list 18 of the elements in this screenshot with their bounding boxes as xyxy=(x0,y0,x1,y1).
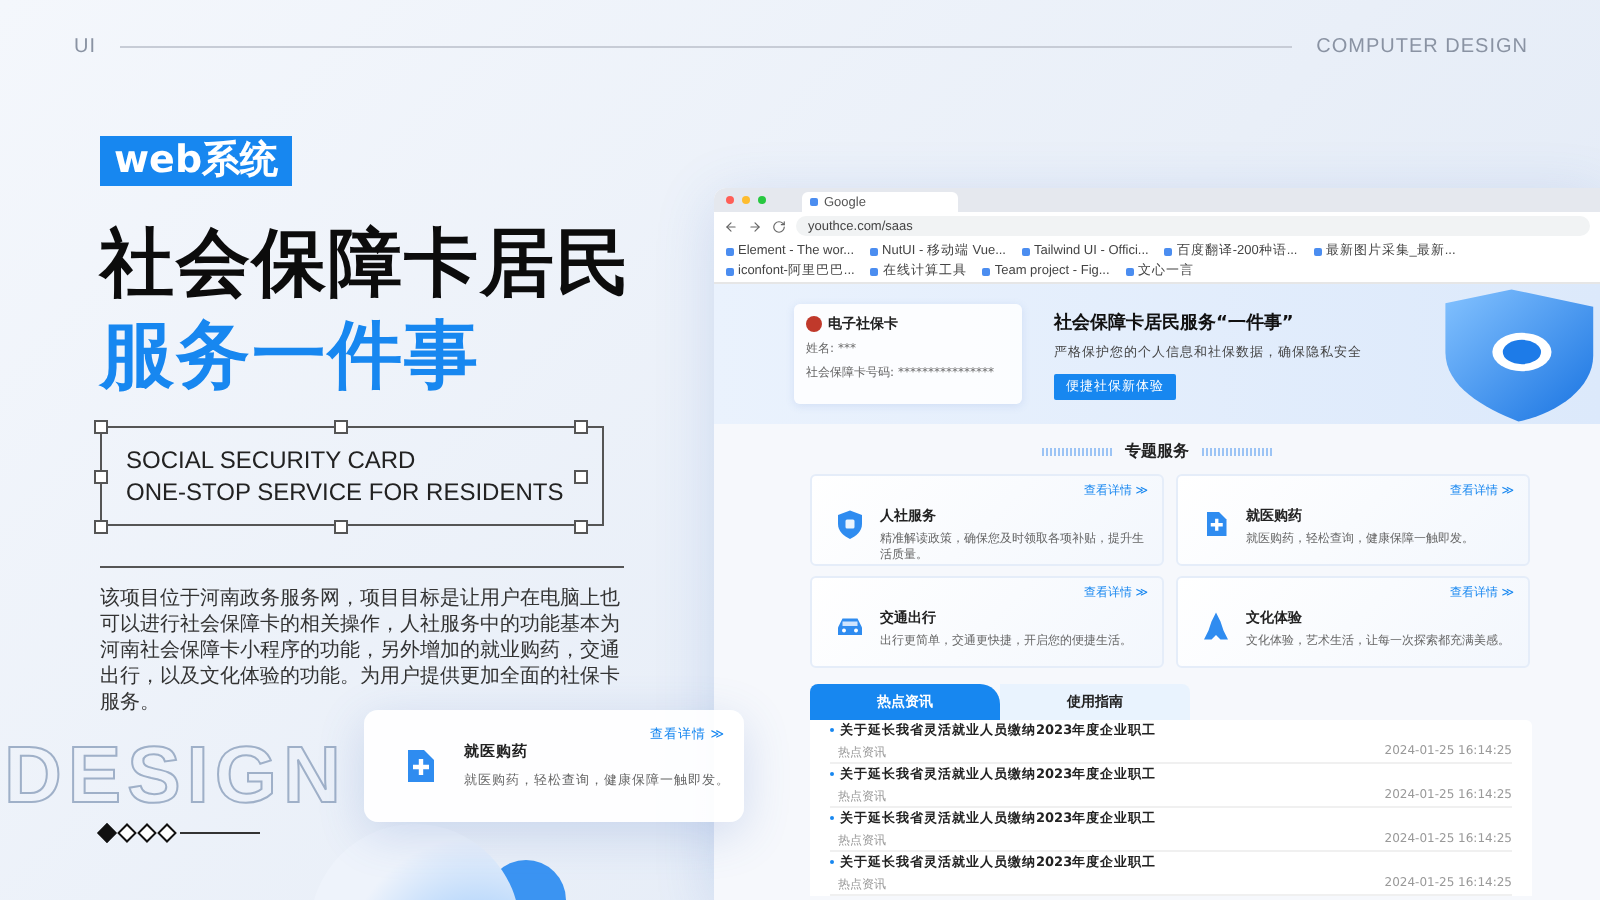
emblem-icon xyxy=(806,316,822,332)
headline: 服务一件事 xyxy=(100,310,482,402)
back-icon[interactable] xyxy=(724,219,738,233)
tower-icon xyxy=(1198,608,1234,644)
section-title: 专题服务 xyxy=(1125,440,1189,462)
subtitle-line: SOCIAL SECURITY CARD xyxy=(126,444,416,476)
header-label: UI xyxy=(74,35,96,57)
subtitle-line: ONE-STOP SERVICE FOR RESIDENTS xyxy=(126,476,564,508)
reload-icon[interactable] xyxy=(772,219,786,233)
background-word: DESIGN xyxy=(4,732,347,820)
resize-handle xyxy=(574,470,588,484)
description-paragraph: 该项目位于河南政务服务网，项目目标是让用户在电脑上也可以进行社会保障卡的相关操作，人社服务中的功能基本为河南社会保障卡小程序的功能，另外增加的就业购药，交通出行，以及文化体验的功能。为用户提供更加全面的社保卡服务。 xyxy=(100,586,622,716)
title-badge: web系统 xyxy=(100,136,293,186)
shield-icon xyxy=(832,506,868,542)
header-label: COMPUTER DESIGN xyxy=(1316,35,1528,57)
headline: 社会保障卡居民 xyxy=(100,218,634,310)
hero-heading: 社会保障卡居民服务“一件事” xyxy=(1054,310,1296,335)
forward-icon[interactable] xyxy=(748,219,762,233)
